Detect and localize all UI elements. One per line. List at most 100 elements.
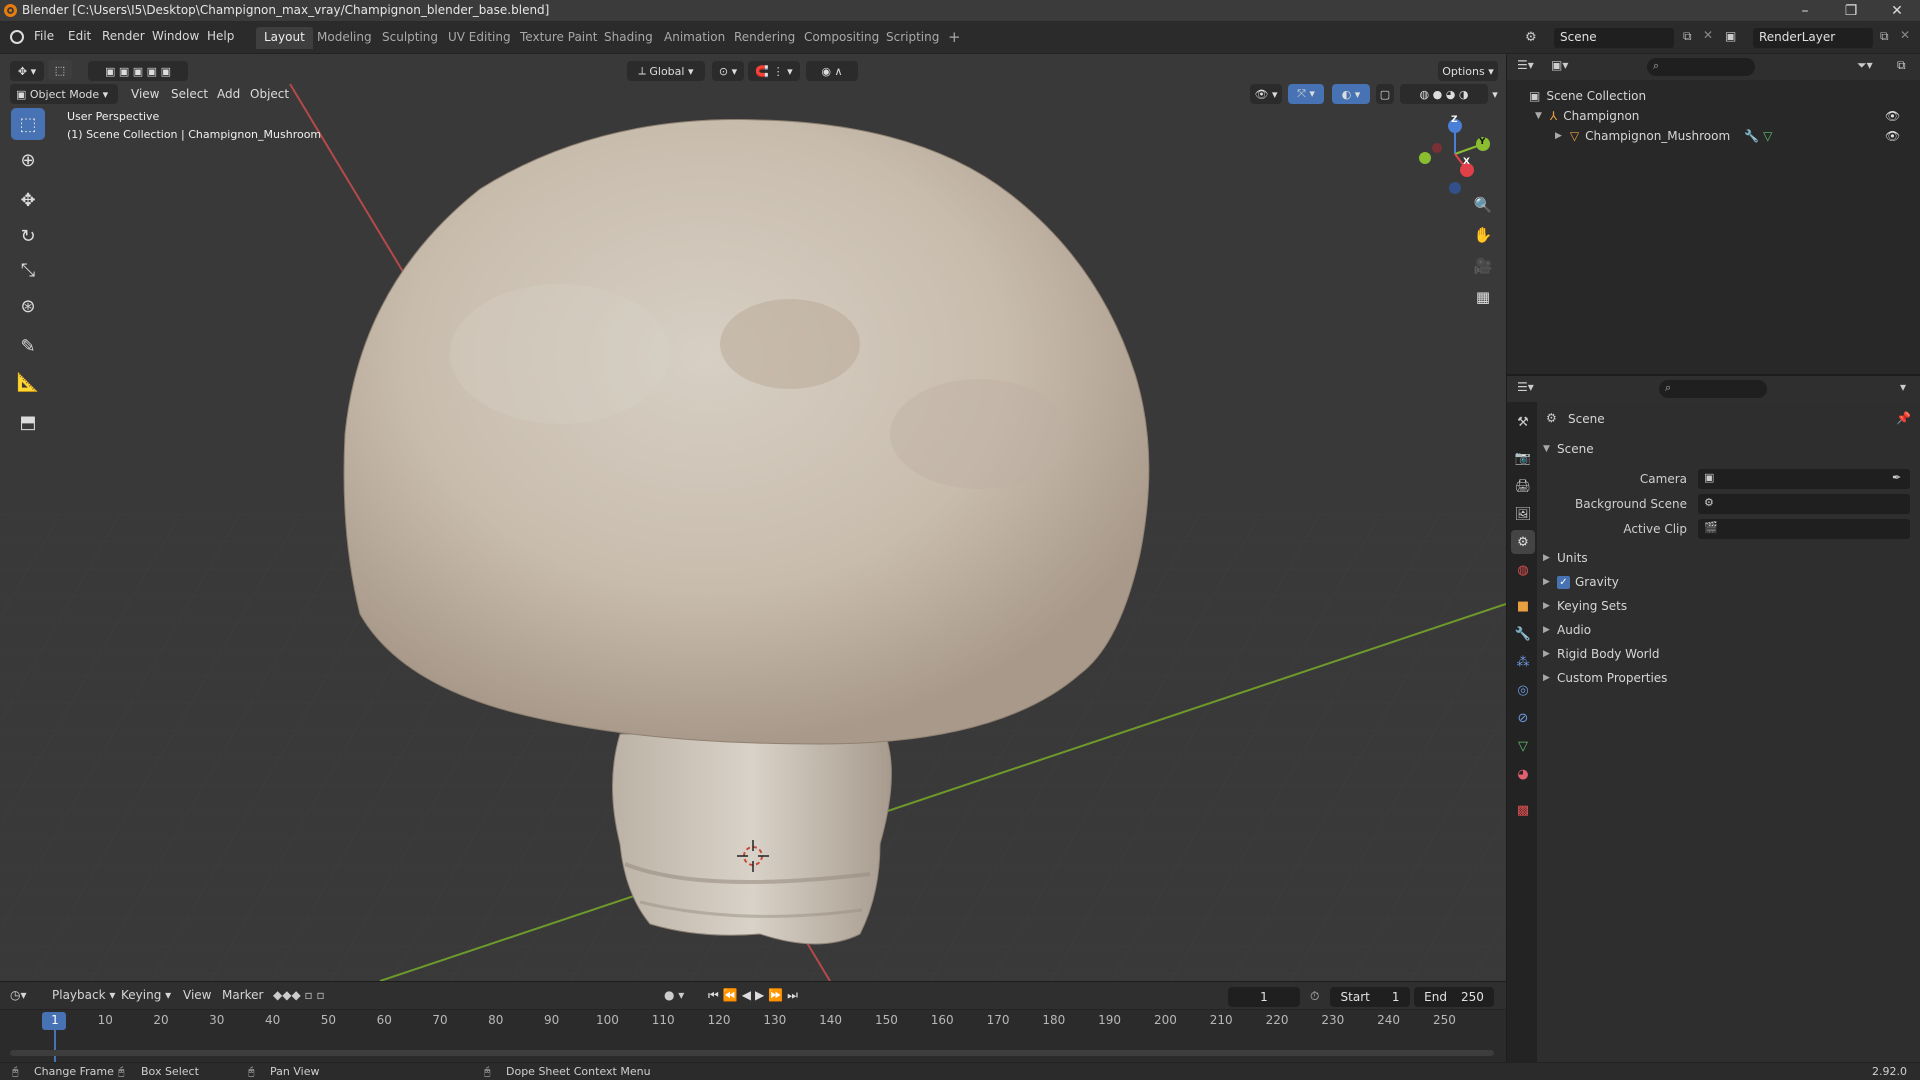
- 3d-viewport[interactable]: [0, 54, 1506, 981]
- measure-tool-button[interactable]: 📐: [11, 366, 45, 398]
- editor-type-selector[interactable]: ✥ ▾: [10, 61, 44, 81]
- properties-search-input[interactable]: ⌕: [1659, 380, 1767, 398]
- overlays-toggle[interactable]: ◐ ▾: [1332, 84, 1370, 104]
- tab-rendering[interactable]: Rendering: [726, 27, 803, 49]
- options-dropdown[interactable]: Options ▾: [1438, 61, 1498, 81]
- transform-tool-button[interactable]: ⊛: [11, 290, 45, 322]
- timeline-scrollbar[interactable]: [10, 1050, 1494, 1056]
- view-layer-selector[interactable]: RenderLayer: [1753, 28, 1873, 48]
- mode-dropdown[interactable]: ▣ Object Mode ▾: [10, 84, 118, 104]
- object-tab[interactable]: ■: [1511, 594, 1535, 618]
- auto-keying-toggle[interactable]: ● ▾: [664, 988, 684, 1002]
- editor-type-icon[interactable]: ☰▾: [1517, 380, 1534, 394]
- world-tab[interactable]: ◍: [1511, 558, 1535, 582]
- snapping-toggle[interactable]: 🧲 ⋮ ▾: [748, 61, 800, 81]
- scale-tool-button[interactable]: ⤡: [11, 254, 45, 286]
- ortho-toggle-button[interactable]: ▦: [1470, 284, 1496, 310]
- tab-texture-paint[interactable]: Texture Paint: [512, 27, 605, 49]
- data-tab[interactable]: ▽: [1511, 734, 1535, 758]
- constraints-tab[interactable]: ⊘: [1511, 706, 1535, 730]
- units-subpanel[interactable]: ▶ Units: [1543, 547, 1588, 569]
- gravity-subpanel[interactable]: ▶ ✓ Gravity: [1543, 571, 1619, 593]
- tab-uv-editing[interactable]: UV Editing: [440, 27, 519, 49]
- delete-scene-icon[interactable]: ✕: [1703, 28, 1713, 42]
- move-tool-button[interactable]: ✥: [11, 184, 45, 216]
- shading-mode-buttons[interactable]: ◍ ● ◕ ◑: [1400, 84, 1488, 104]
- timeline-menu-marker[interactable]: Marker: [222, 988, 263, 1002]
- new-collection-icon[interactable]: ⧉: [1897, 58, 1906, 73]
- filter-icon[interactable]: ⏷▾: [1857, 58, 1873, 73]
- selection-mode-buttons[interactable]: ▣ ▣ ▣ ▣ ▣: [88, 61, 188, 81]
- tab-animation[interactable]: Animation: [656, 27, 733, 49]
- proportional-editing-toggle[interactable]: ◉ ∧: [806, 61, 858, 81]
- menu-help[interactable]: Help: [207, 29, 234, 43]
- select-mode-icon[interactable]: ⬚: [48, 60, 72, 80]
- pan-button[interactable]: ✋: [1470, 222, 1496, 248]
- shading-options-dropdown[interactable]: ▾: [1488, 84, 1502, 104]
- xray-toggle[interactable]: ▢: [1376, 84, 1394, 104]
- chevron-down-icon[interactable]: ▾: [1900, 380, 1906, 394]
- rotate-tool-button[interactable]: ↻: [11, 220, 45, 252]
- zoom-button[interactable]: 🔍: [1470, 192, 1496, 218]
- outliner-search-input[interactable]: ⌕: [1647, 58, 1755, 76]
- viewport-menu-object[interactable]: Object: [250, 87, 289, 101]
- timeline-menu-view[interactable]: View: [183, 988, 211, 1002]
- maximize-button[interactable]: ❐: [1828, 0, 1874, 22]
- new-view-layer-icon[interactable]: ⧉: [1880, 29, 1889, 44]
- mesh-data-icon[interactable]: ▽: [1763, 129, 1772, 143]
- background-scene-field[interactable]: ⚙: [1698, 494, 1910, 514]
- camera-view-button[interactable]: 🎥: [1470, 253, 1496, 279]
- playhead-line[interactable]: [54, 1028, 56, 1062]
- visibility-dropdown[interactable]: 👁 ▾: [1250, 84, 1282, 104]
- delete-view-layer-icon[interactable]: ✕: [1900, 28, 1910, 42]
- blender-menu-icon[interactable]: [10, 30, 24, 44]
- tab-compositing[interactable]: Compositing: [796, 27, 887, 49]
- gizmos-toggle[interactable]: ⤧ ▾: [1288, 84, 1324, 104]
- eyedropper-icon[interactable]: ✒: [1892, 471, 1901, 484]
- particles-tab[interactable]: ⁂: [1511, 650, 1535, 674]
- gravity-checkbox[interactable]: ✓: [1557, 575, 1570, 589]
- menu-file[interactable]: File: [34, 29, 54, 43]
- eye-icon[interactable]: 👁: [1885, 109, 1900, 123]
- end-frame-field[interactable]: End 250: [1414, 987, 1494, 1007]
- current-frame-field[interactable]: 1: [1228, 987, 1300, 1007]
- keyframe-buttons[interactable]: ◆◆◆ ▫ ▫: [273, 988, 325, 1002]
- outliner-row-champignon[interactable]: ▼ ⅄ Champignon 👁: [1535, 106, 1920, 126]
- texture-tab[interactable]: ▩: [1511, 798, 1535, 822]
- modifier-wrench-icon[interactable]: 🔧: [1744, 129, 1759, 143]
- pin-icon[interactable]: 📌: [1896, 411, 1911, 425]
- tab-layout[interactable]: Layout: [256, 27, 313, 49]
- timeline-menu-playback[interactable]: Playback ▾: [52, 988, 115, 1002]
- annotate-tool-button[interactable]: ✎: [11, 330, 45, 362]
- tab-modeling[interactable]: Modeling: [309, 27, 380, 49]
- keying-sets-subpanel[interactable]: ▶ Keying Sets: [1543, 595, 1627, 617]
- outliner-row-scene-collection[interactable]: ▣ Scene Collection: [1529, 86, 1646, 106]
- start-frame-field[interactable]: Start 1: [1330, 987, 1410, 1007]
- playback-controls[interactable]: ⏮⏪◀▶⏩⏭: [708, 988, 802, 1003]
- close-button[interactable]: ✕: [1874, 0, 1920, 22]
- rigid-body-world-subpanel[interactable]: ▶ Rigid Body World: [1543, 643, 1660, 665]
- new-scene-icon[interactable]: ⧉: [1683, 29, 1692, 44]
- viewport-menu-select[interactable]: Select: [171, 87, 208, 101]
- viewport-menu-add[interactable]: Add: [217, 87, 240, 101]
- display-mode-icon[interactable]: ▣▾: [1551, 58, 1568, 72]
- tab-sculpting[interactable]: Sculpting: [374, 27, 446, 49]
- editor-type-icon[interactable]: ◷▾: [10, 988, 27, 1002]
- modifier-tab[interactable]: 🔧: [1511, 622, 1535, 646]
- editor-type-icon[interactable]: ☰▾: [1517, 58, 1534, 72]
- expand-triangle-icon[interactable]: ▼: [1535, 111, 1542, 121]
- select-box-tool-button[interactable]: ⬚: [11, 108, 45, 140]
- camera-field[interactable]: ▣ ✒: [1698, 469, 1910, 489]
- render-tab[interactable]: 📷: [1511, 446, 1535, 470]
- tab-scripting[interactable]: Scripting: [878, 27, 947, 49]
- scene-panel-header[interactable]: ▼ Scene: [1543, 438, 1594, 460]
- outliner-row-champignon-mushroom[interactable]: ▶ ▽ Champignon_Mushroom 🔧 ▽ 👁: [1535, 126, 1920, 146]
- minimize-button[interactable]: –: [1782, 0, 1828, 22]
- expand-triangle-icon[interactable]: ▶: [1555, 131, 1562, 141]
- menu-render[interactable]: Render: [102, 29, 145, 43]
- scene-selector[interactable]: Scene: [1554, 28, 1674, 48]
- transform-orientation-dropdown[interactable]: ⟂ Global ▾: [627, 61, 705, 81]
- material-tab[interactable]: ◕: [1511, 762, 1535, 786]
- custom-properties-subpanel[interactable]: ▶ Custom Properties: [1543, 667, 1667, 689]
- timeline-menu-keying[interactable]: Keying ▾: [121, 988, 171, 1002]
